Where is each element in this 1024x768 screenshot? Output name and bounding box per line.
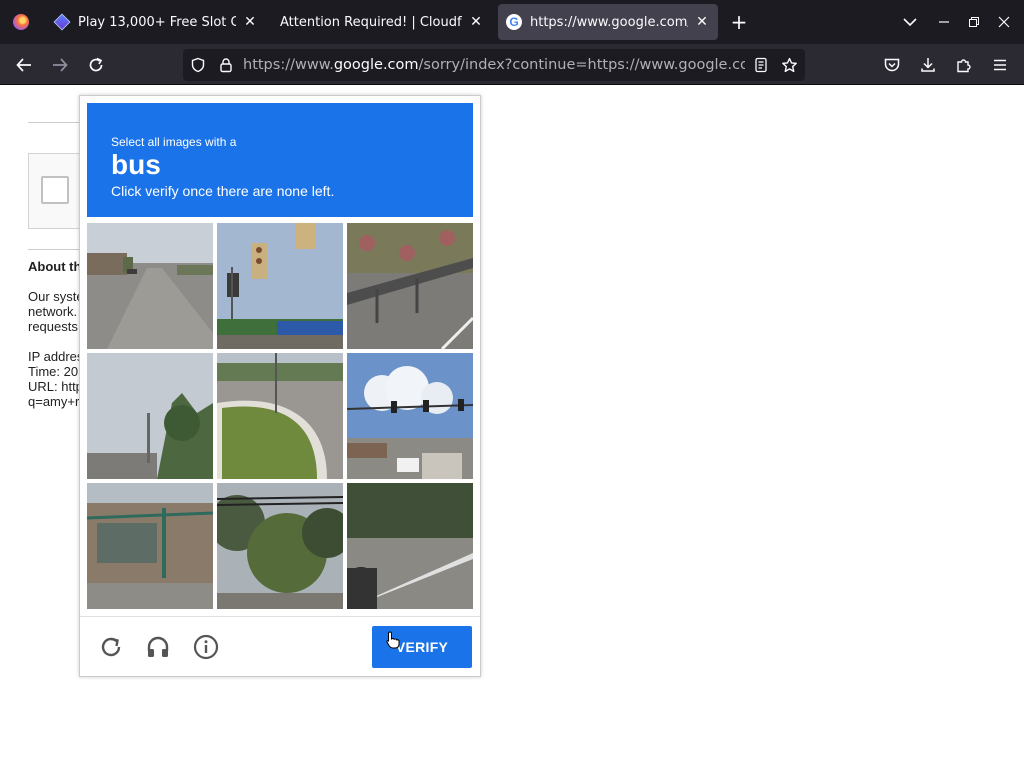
- tab-title: Attention Required! | Cloudflare: [280, 14, 462, 30]
- tile-guardrail[interactable]: [347, 223, 473, 349]
- reader-view-icon[interactable]: [751, 55, 771, 75]
- tile-traffic-light-up[interactable]: [217, 223, 343, 349]
- chevron-down-icon[interactable]: [900, 12, 920, 32]
- lock-icon[interactable]: [216, 55, 236, 75]
- tab-title: https://www.google.com/sorry/index: [530, 14, 688, 30]
- shield-icon[interactable]: [188, 55, 208, 75]
- extensions-puzzle-icon[interactable]: [951, 52, 977, 78]
- headphones-audio-icon[interactable]: [143, 632, 173, 662]
- close-icon[interactable]: ✕: [468, 14, 484, 30]
- url-text[interactable]: https://www.google.com/sorry/index?conti…: [243, 49, 745, 81]
- reload-icon[interactable]: [83, 52, 109, 78]
- tab-cloudflare[interactable]: Attention Required! | Cloudflare ✕: [270, 0, 494, 44]
- url-domain: google.com: [333, 57, 419, 73]
- recaptcha-challenge-dialog: Select all images with a bus Click verif…: [79, 95, 481, 677]
- time-line: Time: 20: [28, 364, 79, 379]
- tab-bar: Play 13,000+ Free Slot Games ✕ Attention…: [0, 0, 1024, 44]
- info-icon[interactable]: [191, 632, 221, 662]
- image-grid: [87, 223, 473, 609]
- prompt-target: bus: [111, 149, 161, 180]
- url-prefix: https://www.: [243, 57, 334, 73]
- url-line: URL: http: [28, 379, 80, 394]
- forward-arrow-icon[interactable]: [47, 52, 73, 78]
- url-bar[interactable]: https://www.google.com/sorry/index?conti…: [183, 49, 805, 81]
- prompt-small: Select all images with a: [111, 135, 237, 149]
- hand-cursor-icon: [386, 631, 400, 649]
- bookmark-star-icon[interactable]: [779, 55, 799, 75]
- reload-challenge-icon[interactable]: [96, 632, 126, 662]
- tile-hedge-road[interactable]: [347, 483, 473, 609]
- notice-line: requests, and not a robot.: [28, 319, 80, 334]
- google-favicon-icon: G: [506, 14, 522, 30]
- back-arrow-icon[interactable]: [11, 52, 37, 78]
- tab-slot-games[interactable]: Play 13,000+ Free Slot Games ✕: [46, 0, 266, 44]
- slot-site-favicon-icon: [53, 13, 71, 31]
- tab-title: Play 13,000+ Free Slot Games: [78, 14, 236, 30]
- notice-line: Our systems have detected unusual traffi…: [28, 289, 80, 304]
- tile-trees-wires[interactable]: [217, 483, 343, 609]
- recaptcha-checkbox[interactable]: [41, 176, 69, 204]
- challenge-header: Select all images with a bus Click verif…: [87, 103, 473, 217]
- prompt-instructions: Click verify once there are none left.: [111, 183, 335, 199]
- tile-road-street[interactable]: [87, 223, 213, 349]
- tile-median-curb[interactable]: [217, 353, 343, 479]
- restore-icon[interactable]: [964, 12, 984, 32]
- new-tab-plus-icon[interactable]: +: [729, 12, 749, 32]
- close-icon[interactable]: ✕: [242, 14, 258, 30]
- tab-google-sorry[interactable]: G https://www.google.com/sorry/index ✕: [498, 4, 718, 40]
- close-icon[interactable]: ✕: [694, 14, 710, 30]
- footer-divider: [80, 616, 480, 617]
- navigation-toolbar: https://www.google.com/sorry/index?conti…: [0, 44, 1024, 85]
- close-window-icon[interactable]: [994, 12, 1014, 32]
- ip-address-line: IP address:: [28, 349, 80, 364]
- hamburger-menu-icon[interactable]: [987, 52, 1013, 78]
- tile-trees-road[interactable]: [87, 353, 213, 479]
- tile-building-corner[interactable]: [87, 483, 213, 609]
- download-icon[interactable]: [915, 52, 941, 78]
- about-heading: About this page: [28, 259, 80, 274]
- firefox-icon[interactable]: [0, 0, 42, 44]
- notice-line: network. This page checks to see if it's…: [28, 304, 80, 319]
- url-path: /sorry/index?continue=https://www.google…: [418, 57, 745, 73]
- minimize-icon[interactable]: [934, 12, 954, 32]
- tile-traffic-light-sky[interactable]: [347, 353, 473, 479]
- query-line: q=amy+r: [28, 394, 80, 409]
- pocket-icon[interactable]: [879, 52, 905, 78]
